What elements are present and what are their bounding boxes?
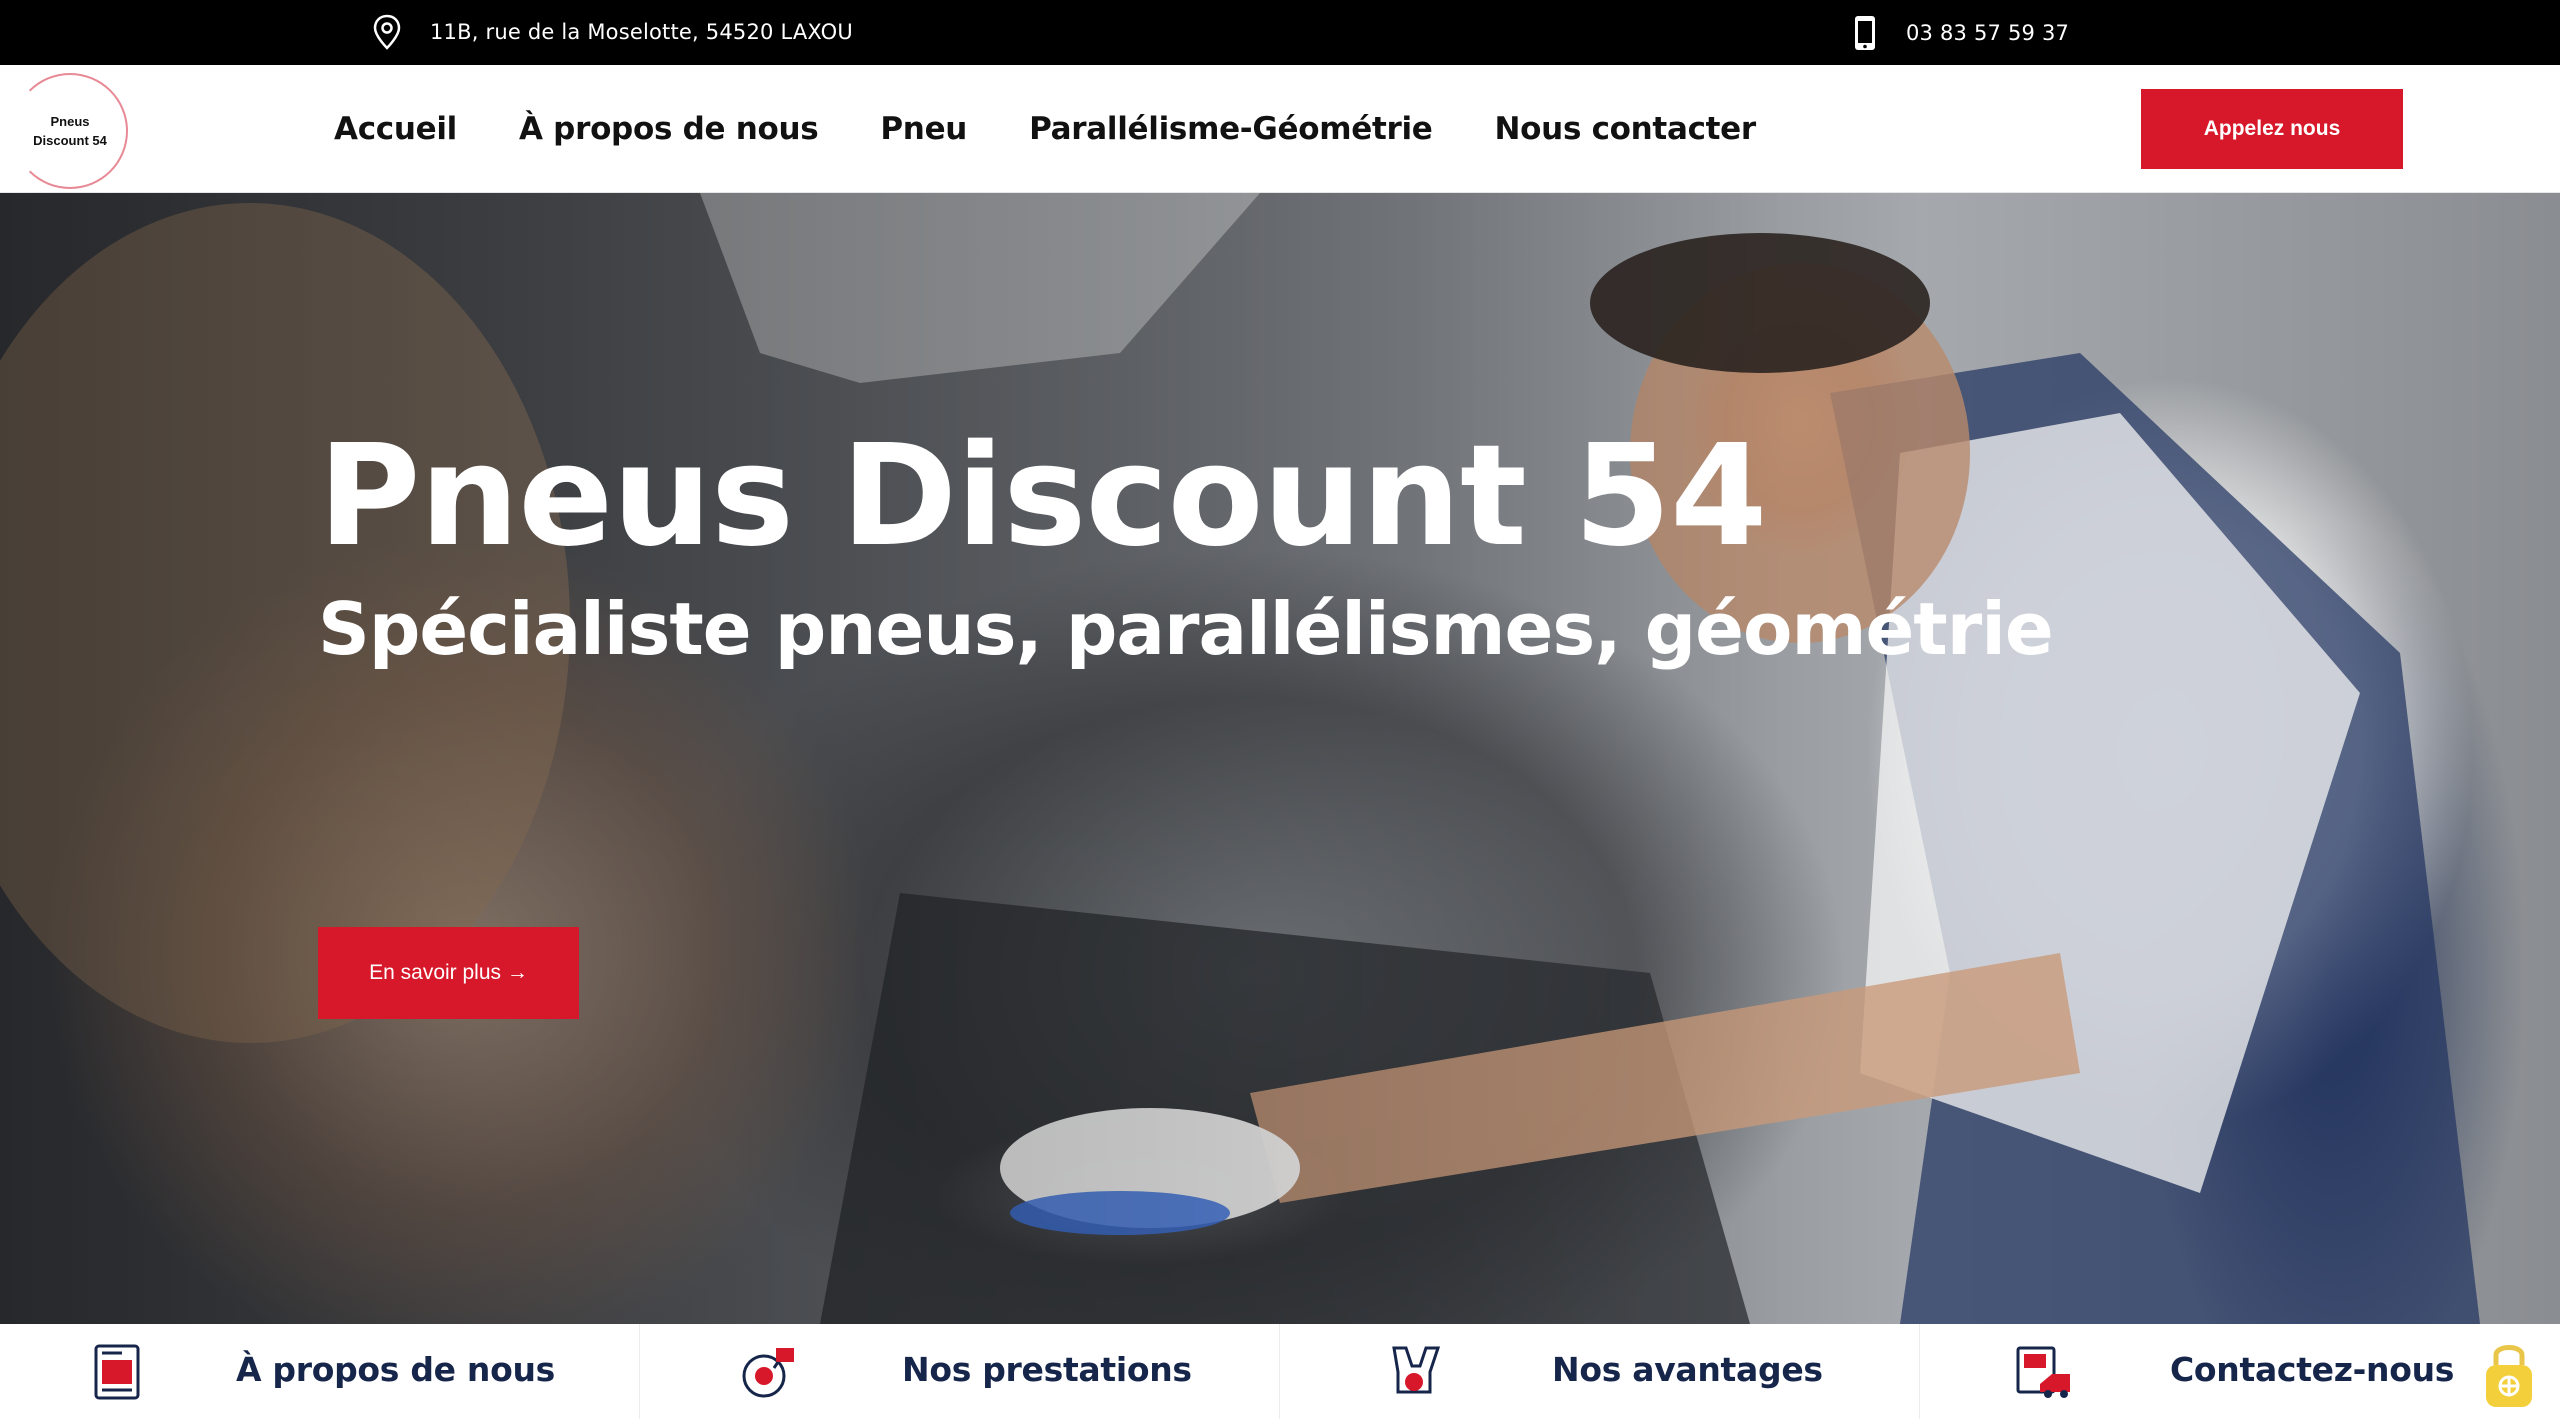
logo-line-2: Discount 54 xyxy=(33,133,107,148)
nav-item-accueil[interactable]: Accueil xyxy=(334,111,457,147)
hero-title: Pneus Discount 54 xyxy=(318,415,1767,578)
nav-item-pneu[interactable]: Pneu xyxy=(880,111,967,147)
quick-links-bar: À propos de nous Nos prestations Nos ava… xyxy=(0,1324,2560,1419)
hero-content: Pneus Discount 54 Spécialiste pneus, par… xyxy=(318,415,2054,1019)
learn-more-button[interactable]: En savoir plus → xyxy=(318,927,579,1019)
nav-item-contact[interactable]: Nous contacter xyxy=(1495,111,1757,147)
phone-block[interactable]: 03 83 57 59 37 xyxy=(1852,14,2069,52)
hero-section: Pneus Discount 54 Spécialiste pneus, par… xyxy=(0,193,2560,1324)
repair-report-icon xyxy=(2016,1346,2070,1398)
address-text: 11B, rue de la Moselotte, 54520 LAXOU xyxy=(430,20,853,44)
address-block: 11B, rue de la Moselotte, 54520 LAXOU xyxy=(372,14,853,50)
engine-icon xyxy=(1392,1346,1441,1394)
logo[interactable]: Pneus Discount 54 xyxy=(12,73,128,189)
quicklink-about-label: À propos de nous xyxy=(236,1350,556,1389)
nav-item-parallelisme[interactable]: Parallélisme-Géométrie xyxy=(1029,111,1433,147)
phone-number[interactable]: 03 83 57 59 37 xyxy=(1906,21,2069,45)
mobile-phone-icon xyxy=(1855,16,1875,50)
main-nav: Accueil À propos de nous Pneu Parallélis… xyxy=(334,65,1756,193)
quicklink-about[interactable]: À propos de nous xyxy=(0,1324,640,1419)
hero-subtitle: Spécialiste pneus, parallélismes, géomét… xyxy=(318,587,2054,671)
logo-line-1: Pneus xyxy=(50,114,90,129)
site-header: Pneus Discount 54 Accueil À propos de no… xyxy=(0,65,2560,193)
quicklink-advantages-label: Nos avantages xyxy=(1552,1350,1823,1389)
hero-photo xyxy=(0,193,2480,1324)
quicklink-contact[interactable]: Contactez-nous xyxy=(1920,1324,2560,1419)
nav-item-a-propos[interactable]: À propos de nous xyxy=(519,111,819,147)
lock-icon[interactable] xyxy=(2480,1335,2538,1411)
quicklink-advantages[interactable]: Nos avantages xyxy=(1280,1324,1920,1419)
top-bar: 11B, rue de la Moselotte, 54520 LAXOU 03… xyxy=(0,0,2560,65)
call-us-button[interactable]: Appelez nous xyxy=(2141,89,2403,169)
turbo-icon xyxy=(742,1348,794,1398)
map-pin-icon xyxy=(373,14,401,50)
document-icon xyxy=(94,1344,140,1400)
quicklink-services-label: Nos prestations xyxy=(902,1350,1192,1389)
quicklink-contact-label: Contactez-nous xyxy=(2170,1350,2455,1389)
quicklink-services[interactable]: Nos prestations xyxy=(640,1324,1280,1419)
